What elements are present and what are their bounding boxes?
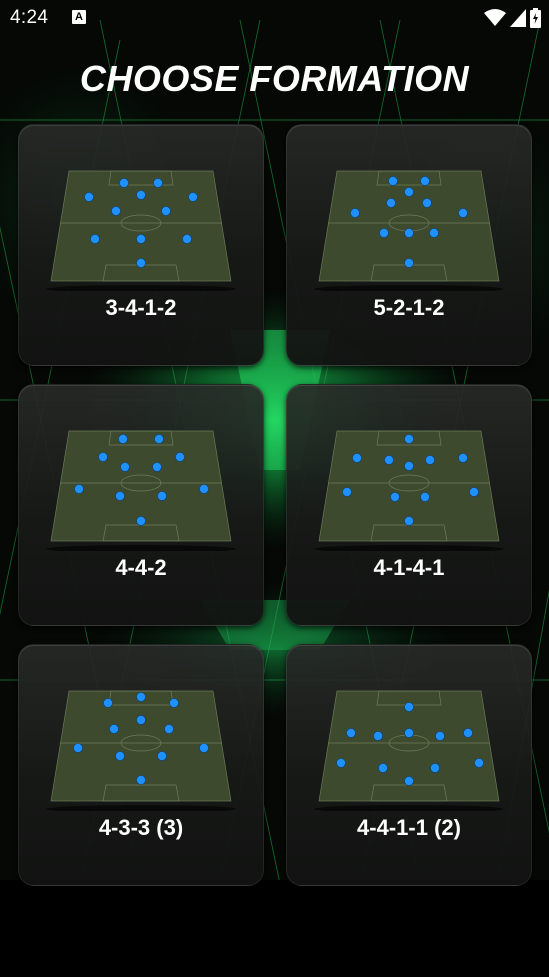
formation-card-4-4-1-1-2[interactable]: 4-4-1-1 (2) — [286, 644, 532, 886]
wifi-icon — [484, 9, 506, 26]
formation-card-4-1-4-1[interactable]: 4-1-4-1 — [286, 384, 532, 626]
status-bar: 4:24 A — [0, 0, 549, 38]
pitch-diagram — [314, 690, 504, 811]
pitch-diagram — [46, 430, 236, 551]
a-icon: A — [72, 10, 86, 24]
pitch-diagram — [46, 170, 236, 291]
pitch-diagram — [314, 170, 504, 291]
formation-label: 4-4-1-1 (2) — [357, 815, 461, 840]
status-icons — [484, 8, 541, 28]
formation-card-4-4-2[interactable]: 4-4-2 — [18, 384, 264, 626]
status-time: 4:24 — [10, 7, 49, 28]
formation-screen: 4:24 A CHOOSE FORMATION 3-4-1-2 5-2-1-2 … — [0, 0, 549, 977]
formation-label: 4-3-3 (3) — [98, 815, 184, 840]
formation-label: 5-2-1-2 — [373, 295, 445, 320]
pitch-diagram — [314, 430, 504, 551]
signal-icon — [510, 9, 526, 27]
formation-label: 4-1-4-1 — [373, 555, 445, 580]
formation-card-5-2-1-2[interactable]: 5-2-1-2 — [286, 124, 532, 366]
formation-label: 3-4-1-2 — [105, 295, 177, 320]
battery-charging-icon — [530, 8, 541, 28]
formation-card-3-4-1-2[interactable]: 3-4-1-2 — [18, 124, 264, 366]
pitch-diagram — [46, 690, 236, 811]
page-title: CHOOSE FORMATION — [79, 58, 470, 99]
formation-label: 4-4-2 — [115, 555, 167, 580]
formation-card-4-3-3-3[interactable]: 4-3-3 (3) — [18, 644, 264, 886]
